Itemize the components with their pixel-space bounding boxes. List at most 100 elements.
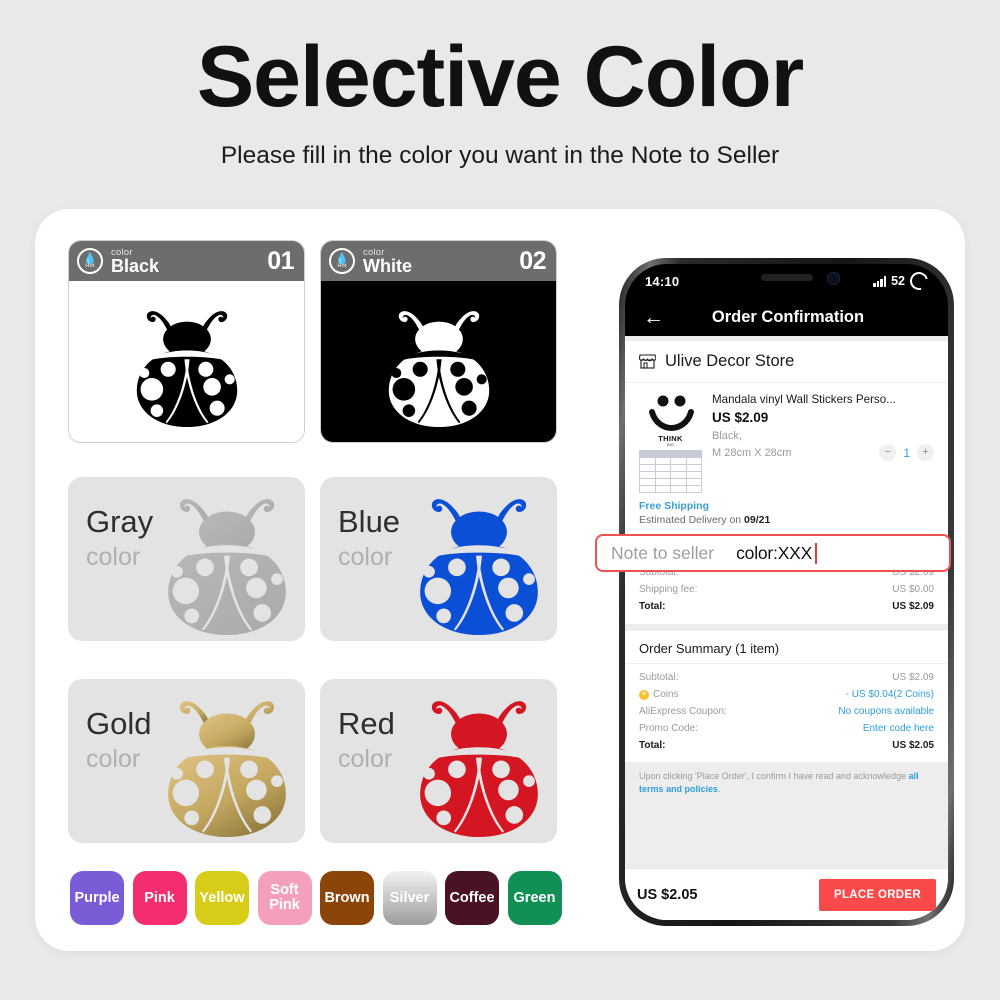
order-summary-section: Order Summary (1 item) Subtotal: US $2.0… xyxy=(625,631,948,762)
product-thumbnail: THINK BIG xyxy=(639,392,702,493)
top-card-group: 💧 Hot color Black 01 💧 Hot color White 0… xyxy=(68,240,560,445)
text-caret xyxy=(815,542,818,564)
swatch-pink[interactable]: Pink xyxy=(132,871,187,925)
free-shipping-label: Free Shipping xyxy=(639,500,710,512)
card-color-name: Black xyxy=(111,255,160,276)
page-title: Selective Color xyxy=(196,29,804,125)
qty-minus-button[interactable]: − xyxy=(879,444,897,461)
total-row: Total: US $2.09 xyxy=(639,598,934,615)
swatch-yellow[interactable]: Yellow xyxy=(195,871,249,925)
size-chart-thumb xyxy=(639,450,702,493)
swatch-green[interactable]: Green xyxy=(507,871,562,925)
qty-plus-button[interactable]: + xyxy=(917,444,934,461)
back-arrow-icon[interactable]: ← xyxy=(643,307,664,328)
section-divider xyxy=(625,624,948,631)
status-time: 14:10 xyxy=(645,273,680,289)
store-icon xyxy=(638,354,657,369)
footer-bar: US $2.05 PLACE ORDER xyxy=(625,868,948,920)
footer-total: US $2.05 xyxy=(637,886,698,903)
total-row: Shipping fee: US $0.00 xyxy=(639,581,934,598)
terms-text: Upon clicking 'Place Order', I confirm I… xyxy=(625,762,948,804)
order-summary-heading: Order Summary (1 item) xyxy=(625,631,948,664)
note-to-seller-field[interactable]: Note to seller color:XXX xyxy=(595,534,951,572)
summary-label: Total: xyxy=(639,740,666,751)
summary-label: Coins xyxy=(653,689,679,700)
coin-icon: ✦ xyxy=(639,689,649,700)
color-card-blue[interactable]: Blue color xyxy=(320,477,557,641)
summary-row: Subtotal: US $2.09 xyxy=(639,669,934,686)
summary-value: US $2.05 xyxy=(892,740,934,751)
swatch-purple[interactable]: Purple xyxy=(70,871,124,925)
notch-speaker xyxy=(760,274,813,281)
card-body xyxy=(69,281,304,442)
place-order-button[interactable]: PLACE ORDER xyxy=(818,878,936,911)
order-screen: Ulive Decor Store THINK BIG Mandala viny… xyxy=(625,336,948,920)
battery-level: 52 xyxy=(891,274,905,288)
color-sub-label: color xyxy=(338,543,393,571)
color-card-black[interactable]: 💧 Hot color Black 01 xyxy=(68,240,305,443)
hot-badge-label: Hot xyxy=(337,263,347,269)
summary-row-promo[interactable]: Promo Code: Enter code here xyxy=(639,720,934,737)
signal-bars-icon xyxy=(873,275,887,287)
ladybug-icon xyxy=(136,310,237,427)
color-sub-label: color xyxy=(86,745,141,773)
estimate-label: Estimated Delivery on xyxy=(639,514,745,526)
color-card-red[interactable]: Red color xyxy=(320,679,557,843)
swatch-soft-pink[interactable]: Soft Pink xyxy=(257,871,312,925)
battery-ring-icon xyxy=(906,268,932,294)
estimate-date: 09/21 xyxy=(744,514,771,526)
page-subtitle: Please fill in the color you want in the… xyxy=(220,142,780,169)
card-color-name: White xyxy=(363,255,412,276)
total-value: US $0.00 xyxy=(892,584,934,595)
swatch-silver[interactable]: Silver xyxy=(382,871,437,925)
summary-value[interactable]: No coupons available xyxy=(838,703,934,720)
color-name: Gray xyxy=(86,504,154,539)
color-name: Red xyxy=(338,706,395,741)
thumb-think-sub: BIG xyxy=(667,442,674,447)
summary-row-coins[interactable]: ✦ Coins - US $0.04(2 Coins) xyxy=(639,686,934,703)
color-name: Blue xyxy=(338,504,401,539)
color-card-gold[interactable]: Gold color xyxy=(68,679,305,843)
product-attr-line: M 28cm X 28cm − 1 + xyxy=(712,444,934,461)
product-row[interactable]: THINK BIG Mandala vinyl Wall Stickers Pe… xyxy=(625,383,948,498)
poster-root: Selective Color Please fill in the color… xyxy=(0,0,1000,1000)
product-attr-size: M 28cm X 28cm xyxy=(712,447,792,459)
summary-label: Subtotal: xyxy=(639,672,679,683)
qty-value: 1 xyxy=(903,445,910,460)
ladybug-icon xyxy=(420,701,538,837)
note-placeholder: Note to seller xyxy=(611,542,715,563)
terms-body: Upon clicking 'Place Order', I confirm I… xyxy=(639,771,909,781)
summary-row-coupon[interactable]: AliExpress Coupon: No coupons available xyxy=(639,703,934,720)
card-number: 02 xyxy=(519,246,546,275)
swatch-brown[interactable]: Brown xyxy=(320,871,374,925)
swatch-coffee[interactable]: Coffee xyxy=(445,871,499,925)
total-label: Total: xyxy=(639,601,666,612)
store-section: Ulive Decor Store THINK BIG Mandala viny… xyxy=(625,341,948,624)
product-title: Mandala vinyl Wall Stickers Perso... xyxy=(712,393,896,406)
card-body xyxy=(321,281,556,442)
summary-value: US $2.09 xyxy=(892,672,934,683)
color-card-gray[interactable]: Gray color xyxy=(68,477,305,641)
quantity-stepper[interactable]: − 1 + xyxy=(879,444,934,461)
hot-badge-icon: 💧 Hot xyxy=(329,248,355,274)
card-header: 💧 Hot color Black 01 xyxy=(69,241,304,281)
product-attr-color: Black, xyxy=(712,430,742,442)
color-card-white[interactable]: 💧 Hot color White 02 xyxy=(320,240,557,443)
terms-tail: . xyxy=(718,784,721,794)
phone-screen: 14:10 52 ← Order Confirmation Ulive Deco… xyxy=(625,264,948,920)
order-summary-rows: Subtotal: US $2.09 ✦ Coins - US $0.04(2 … xyxy=(625,664,948,762)
note-value: color:XXX xyxy=(736,542,813,563)
ladybug-icon xyxy=(168,499,286,635)
hot-badge-label: Hot xyxy=(85,263,95,269)
estimated-delivery: Estimated Delivery on 09/21 xyxy=(639,514,934,526)
smiley-icon xyxy=(639,392,702,436)
flame-icon: 💧 xyxy=(335,253,349,265)
ladybug-icon xyxy=(420,499,538,635)
ladybug-icon xyxy=(168,701,286,837)
card-number: 01 xyxy=(267,246,294,275)
color-sub-label: color xyxy=(338,745,393,773)
phone-mockup: 14:10 52 ← Order Confirmation Ulive Deco… xyxy=(595,258,954,926)
summary-value[interactable]: Enter code here xyxy=(863,720,934,737)
summary-label: Promo Code: xyxy=(639,723,698,734)
store-row[interactable]: Ulive Decor Store xyxy=(625,341,948,383)
